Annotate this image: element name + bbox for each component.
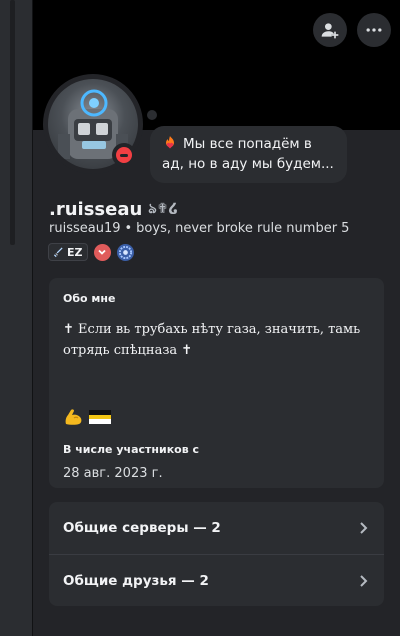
member-since-date: 28 авг. 2023 г. xyxy=(63,466,163,481)
username-line: ruisseau19 • boys, never broke rule number… xyxy=(49,221,349,236)
chevron-right-icon xyxy=(360,522,368,534)
user-profile-panel: Мы все попадём в ад, но в аду мы будем..… xyxy=(33,0,400,636)
display-name-text: .ruisseau xyxy=(49,198,143,220)
about-card: Обо мне ✝ Если вь трубахь нѣту газа, зна… xyxy=(49,278,384,488)
sword-icon xyxy=(53,246,63,257)
chevron-right-icon xyxy=(360,574,368,587)
add-friend-button[interactable] xyxy=(313,13,347,47)
mutual-friends-label: Общие друзья — 2 xyxy=(63,572,209,589)
status-bubble-tail xyxy=(147,110,157,120)
heart-chevron-badge-icon[interactable] xyxy=(93,243,111,261)
name-decoration: ঌ✟໒ xyxy=(148,201,179,217)
ellipsis-icon xyxy=(366,28,382,32)
guild-tag-text: EZ xyxy=(67,245,83,259)
scrollbar[interactable] xyxy=(10,0,15,245)
member-since-title: В числе участников с xyxy=(63,443,200,456)
about-text: ✝ Если вь трубахь нѣту газа, значить, та… xyxy=(63,322,361,358)
display-name: .ruisseau ঌ✟໒ xyxy=(49,197,178,221)
channel-list-edge xyxy=(0,0,32,636)
dnd-status-indicator xyxy=(112,143,136,167)
add-friend-icon xyxy=(321,23,339,39)
about-emojis xyxy=(63,407,370,427)
custom-status-text: Мы все попадём в ад, но в аду мы будем..… xyxy=(162,136,334,172)
badge-row: EZ xyxy=(48,243,134,261)
more-options-button[interactable] xyxy=(357,13,391,47)
about-title: Обо мне xyxy=(63,292,116,305)
separator: • xyxy=(124,221,133,236)
mutual-servers-label: Общие серверы — 2 xyxy=(63,520,221,536)
mutual-servers-button[interactable]: Общие серверы — 2 xyxy=(49,502,384,554)
black-yellow-white-flag-icon xyxy=(89,410,111,425)
custom-status-bubble: Мы все попадём в ад, но в аду мы будем..… xyxy=(150,126,347,183)
profile-tagline: boys, never broke rule number 5 xyxy=(136,221,350,236)
mutual-friends-button[interactable]: Общие друзья — 2 xyxy=(49,554,384,606)
username[interactable]: ruisseau19 xyxy=(49,221,121,236)
guild-tag[interactable]: EZ xyxy=(48,243,88,261)
mutuals-card: Общие серверы — 2 Общие друзья — 2 xyxy=(49,502,384,606)
fire-heart-icon xyxy=(166,136,174,149)
flexed-biceps-icon xyxy=(65,409,82,425)
gear-badge-icon[interactable] xyxy=(116,243,134,261)
